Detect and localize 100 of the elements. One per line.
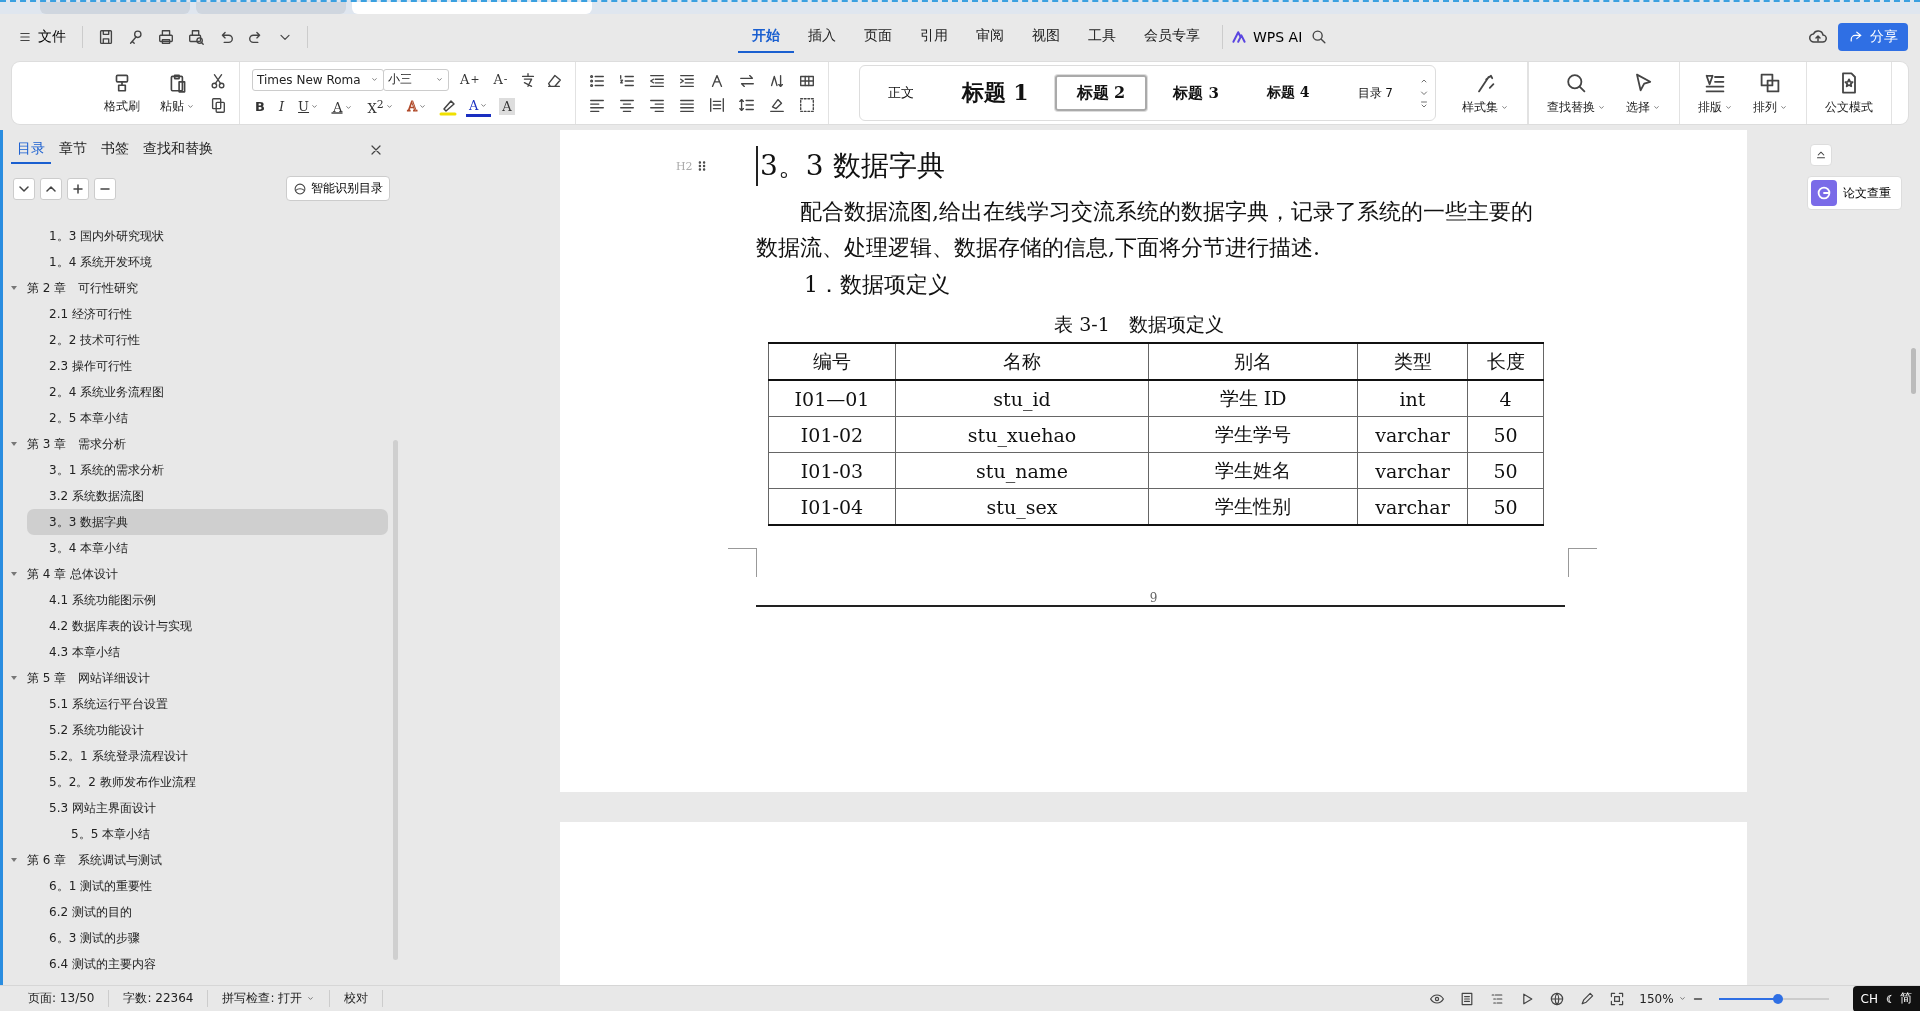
ribbon-tab[interactable]: 开始 [738, 21, 794, 53]
outline-item[interactable]: 2.1 经济可行性 [27, 301, 388, 327]
outline-item[interactable]: 2。2 技术可行性 [27, 327, 388, 353]
outline-item[interactable]: 4.3 本章小结 [27, 639, 388, 665]
zoom-level-select[interactable]: 150% [1639, 991, 1687, 1006]
ribbon-tool-button[interactable]: 排版 [1691, 68, 1739, 118]
save-icon[interactable] [97, 28, 115, 46]
style-preset[interactable]: 目录 7 [1335, 75, 1415, 111]
outline-item[interactable]: 5。2。2 教师发布作业流程 [27, 769, 388, 795]
ribbon-tab[interactable]: 会员专享 [1130, 21, 1214, 53]
fit-page-icon[interactable] [1609, 990, 1626, 1007]
outline-item[interactable]: 6。1 测试的重要性 [27, 873, 388, 899]
outline-item[interactable]: 2。4 系统业务流程图 [27, 379, 388, 405]
chapter-item[interactable]: 第 5 章 网站详细设计 [27, 665, 388, 691]
ribbon-tab[interactable]: 引用 [906, 21, 962, 53]
font-format-button[interactable]: X$^{2}$ [364, 96, 397, 118]
style-preset[interactable]: 标题 1 [939, 75, 1051, 111]
style-preset[interactable]: 正文 [865, 75, 936, 111]
distribute-icon[interactable] [707, 96, 726, 114]
print-preview-icon[interactable] [187, 28, 205, 46]
ribbon-tool-button[interactable]: 选择 [1619, 68, 1667, 118]
spell-check-toggle[interactable]: 拼写检查: 打开 [208, 990, 331, 1007]
panel-tab[interactable]: 查找和替换 [137, 136, 219, 164]
decrease-indent-icon[interactable] [647, 72, 666, 90]
chapter-item[interactable]: 第 4 章 总体设计 [27, 561, 388, 587]
outline-item[interactable]: 6。3 测试的步骤 [27, 925, 388, 951]
font-format-button[interactable]: U [295, 98, 323, 116]
chapter-item[interactable]: 第 6 章 系统调试与测试 [27, 847, 388, 873]
panel-tab[interactable]: 章节 [53, 136, 93, 164]
font-format-button[interactable]: A [404, 98, 430, 116]
font-format-button[interactable]: A [330, 99, 357, 115]
outline-item[interactable]: 1。3 国内外研究现状 [27, 223, 388, 249]
scrollbar[interactable] [1911, 348, 1916, 394]
format-painter-button[interactable]: 格式刷 [98, 69, 146, 117]
line-spacing-icon[interactable] [737, 96, 756, 114]
style-preset[interactable]: 标题 2 [1054, 75, 1148, 111]
style-preset[interactable]: 标题 4 [1244, 75, 1332, 111]
wps-ai-button[interactable]: WPS AI [1222, 25, 1311, 49]
outline-item[interactable]: 3。4 本章小结 [27, 535, 388, 561]
ribbon-tab[interactable]: 审阅 [962, 21, 1018, 53]
remove-button[interactable] [94, 177, 116, 200]
panel-tab[interactable]: 书签 [95, 136, 135, 164]
font-format-button[interactable]: B [252, 98, 268, 116]
outline-item[interactable]: 2.3 操作可行性 [27, 353, 388, 379]
print-icon[interactable] [157, 28, 175, 46]
outline-item[interactable]: 5.2。1 系统登录流程设计 [27, 743, 388, 769]
word-count[interactable]: 字数: 22364 [109, 990, 209, 1007]
increase-indent-icon[interactable] [677, 72, 696, 90]
font-size-select[interactable]: 小三 [383, 68, 449, 91]
font-format-button[interactable]: A [499, 98, 515, 116]
chapter-item[interactable]: 第 3 章 需求分析 [27, 431, 388, 457]
outline-item[interactable]: 5.1 系统运行平台设置 [27, 691, 388, 717]
highlighter-icon[interactable] [437, 97, 458, 117]
outline-item[interactable]: 1。4 系统开发环境 [27, 249, 388, 275]
ribbon-tool-button[interactable]: 排列 [1746, 68, 1794, 118]
share-button[interactable]: 分享 [1838, 23, 1908, 51]
collapse-down-button[interactable] [13, 177, 35, 200]
outline-item[interactable]: 5.2 系统功能设计 [27, 717, 388, 743]
outline-item[interactable]: 3。3 数据字典 [27, 509, 388, 535]
outline-item[interactable]: 6.4 测试的主要内容 [27, 951, 388, 977]
more-icon[interactable] [1418, 100, 1429, 110]
globe-icon[interactable] [1549, 990, 1566, 1007]
zoom-slider-thumb[interactable] [1773, 993, 1783, 1004]
input-method-indicator[interactable]: CH 简 [1852, 985, 1920, 1011]
outline-item[interactable]: 3.2 系统数据流图 [27, 483, 388, 509]
expand-up-button[interactable] [40, 177, 62, 200]
add-button[interactable] [67, 177, 89, 200]
ribbon-tool-button[interactable]: 查找替换 [1540, 68, 1612, 118]
file-menu-button[interactable]: 文件 [12, 24, 72, 50]
ribbon-tab[interactable]: 视图 [1018, 21, 1074, 53]
bullet-list-icon[interactable] [587, 72, 606, 90]
outline-item[interactable]: 5.3 网站主界面设计 [27, 795, 388, 821]
ribbon-tool-button[interactable]: 公文模式 [1818, 68, 1879, 118]
key-icon[interactable] [127, 28, 145, 46]
copy-icon[interactable] [209, 96, 227, 114]
font-format-button[interactable]: A [465, 97, 492, 117]
ribbon-tab[interactable]: 插入 [794, 21, 850, 53]
outline-item[interactable]: 3。1 系统的需求分析 [27, 457, 388, 483]
border-icon[interactable] [797, 96, 816, 114]
collapse-button[interactable] [1810, 144, 1832, 166]
ribbon-tab[interactable]: 工具 [1074, 21, 1130, 53]
ribbon-tab[interactable]: 页面 [850, 21, 906, 53]
font-name-select[interactable]: Times New Roma [252, 68, 384, 91]
cut-icon[interactable] [209, 72, 227, 90]
shading-icon[interactable] [767, 96, 786, 114]
pen-icon[interactable] [1579, 990, 1596, 1007]
outline-item[interactable]: 6.2 测试的目的 [27, 899, 388, 925]
paste-button[interactable]: 粘贴 [154, 69, 201, 117]
proofread-button[interactable]: 校对 [330, 990, 384, 1007]
chapter-item[interactable]: 第 2 章 可行性研究 [27, 275, 388, 301]
ribbon-tool-button[interactable]: 样式集 [1455, 68, 1515, 118]
outline-item[interactable]: 4.1 系统功能图示例 [27, 587, 388, 613]
outline-item[interactable]: 5。5 本章小结 [27, 821, 388, 847]
swap-icon[interactable] [737, 72, 756, 90]
font-format-button[interactable]: I [275, 98, 288, 116]
scrollbar[interactable] [393, 440, 398, 960]
smart-toc-button[interactable]: 智能识别目录 [286, 176, 390, 201]
outline-item[interactable]: 4.2 数据库表的设计与实现 [27, 613, 388, 639]
style-preset[interactable]: 标题 3 [1151, 75, 1241, 111]
page-count[interactable]: 页面: 13/50 [14, 990, 110, 1007]
